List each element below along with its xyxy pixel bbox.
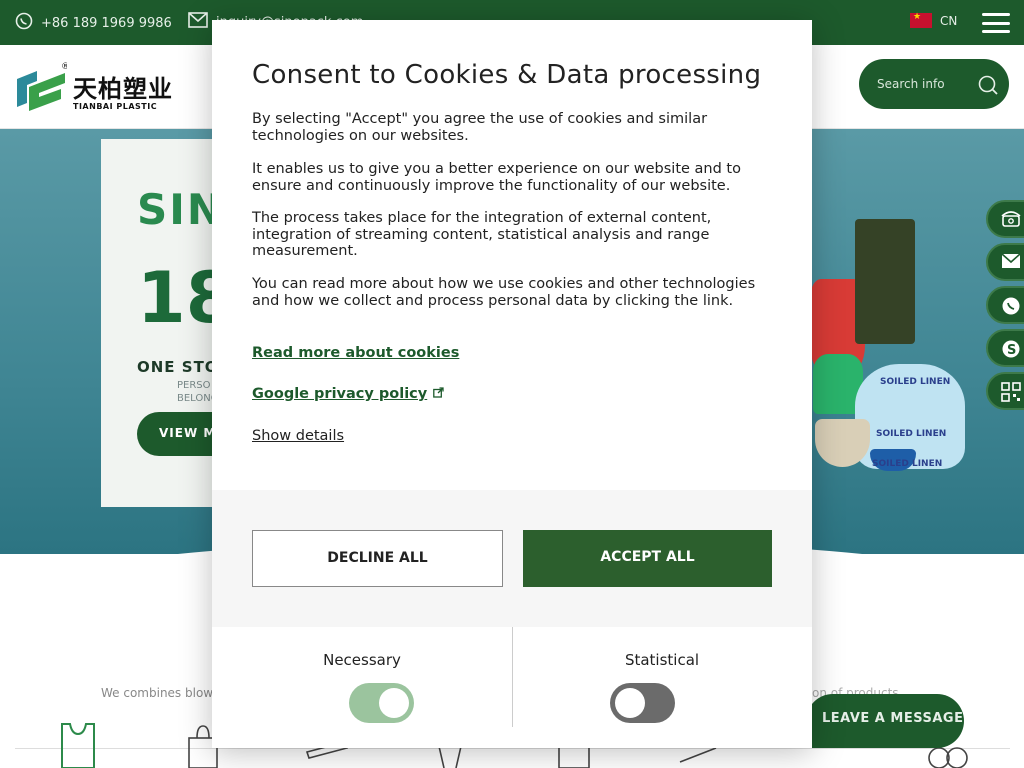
consent-paragraph-2: It enables us to give you a better exper… (252, 161, 741, 194)
mail-icon (188, 12, 208, 32)
bag-label: SOILED LINEN (872, 459, 943, 469)
side-email-button[interactable] (986, 243, 1024, 281)
whatsapp-icon (1001, 297, 1021, 320)
statistical-toggle[interactable] (610, 683, 675, 723)
category-label: Statistical (624, 651, 700, 669)
qr-code-icon (1001, 382, 1021, 406)
bag-label: SOILED LINEN (880, 377, 951, 387)
decline-all-button[interactable]: DECLINE ALL (252, 530, 503, 587)
search-icon[interactable] (977, 74, 999, 100)
tshirt-bag-icon[interactable] (58, 722, 98, 768)
side-skype-button[interactable]: S (986, 329, 1024, 367)
svg-text:S: S (1007, 343, 1016, 358)
side-phone-button[interactable] (986, 200, 1024, 238)
search-box (859, 59, 1009, 109)
consent-paragraph-4: You can read more about how we use cooki… (252, 276, 756, 309)
side-qrcode-button[interactable] (986, 372, 1024, 410)
skype-icon: S (1001, 340, 1021, 363)
logo-mark-icon: ® (15, 59, 70, 111)
logo-chinese-text: 天柏塑业 (73, 75, 173, 103)
language-switch[interactable]: CN (910, 12, 958, 28)
china-flag-icon (910, 12, 932, 28)
show-details-link[interactable]: Show details (252, 428, 344, 444)
svg-text:®: ® (61, 62, 67, 72)
side-whatsapp-button[interactable] (986, 286, 1024, 324)
consent-categories: Necessary Statistical (212, 627, 812, 748)
external-link-icon (433, 386, 444, 402)
intro-text: We combines blow (101, 686, 214, 700)
person-image (855, 219, 915, 344)
bag-label: SOILED LINEN (876, 429, 947, 439)
consent-paragraph-1: By selecting "Accept" you agree the use … (252, 111, 708, 144)
consent-button-row: DECLINE ALL ACCEPT ALL (212, 490, 812, 627)
product-divider (15, 748, 1010, 749)
logo-english-text: TIANBAI PLASTIC (73, 102, 158, 111)
leave-message-button[interactable]: LEAVE A MESSAGE (806, 694, 964, 748)
site-logo[interactable]: ® 天柏塑业 TIANBAI PLASTIC (15, 59, 173, 111)
telephone-icon (1001, 211, 1021, 232)
read-more-cookies-link[interactable]: Read more about cookies (252, 345, 459, 361)
whatsapp-icon (15, 12, 33, 34)
necessary-toggle[interactable] (349, 683, 414, 723)
google-privacy-link[interactable]: Google privacy policy (252, 386, 444, 402)
accept-all-button[interactable]: ACCEPT ALL (523, 530, 772, 587)
phone-number: +86 189 1969 9986 (41, 15, 172, 31)
search-input[interactable] (877, 77, 972, 91)
consent-paragraph-3: The process takes place for the integrat… (252, 210, 712, 259)
hero-tagline: ONE STO (137, 358, 219, 376)
category-label: Necessary (323, 651, 401, 669)
mail-icon (1001, 253, 1021, 273)
phone-contact[interactable]: +86 189 1969 9986 (15, 12, 172, 34)
menu-icon[interactable] (982, 13, 1010, 33)
language-label: CN (940, 13, 958, 28)
cookie-consent-dialog: Consent to Cookies & Data processing By … (212, 20, 812, 748)
google-privacy-label: Google privacy policy (252, 386, 428, 402)
consent-title: Consent to Cookies & Data processing (252, 60, 762, 90)
